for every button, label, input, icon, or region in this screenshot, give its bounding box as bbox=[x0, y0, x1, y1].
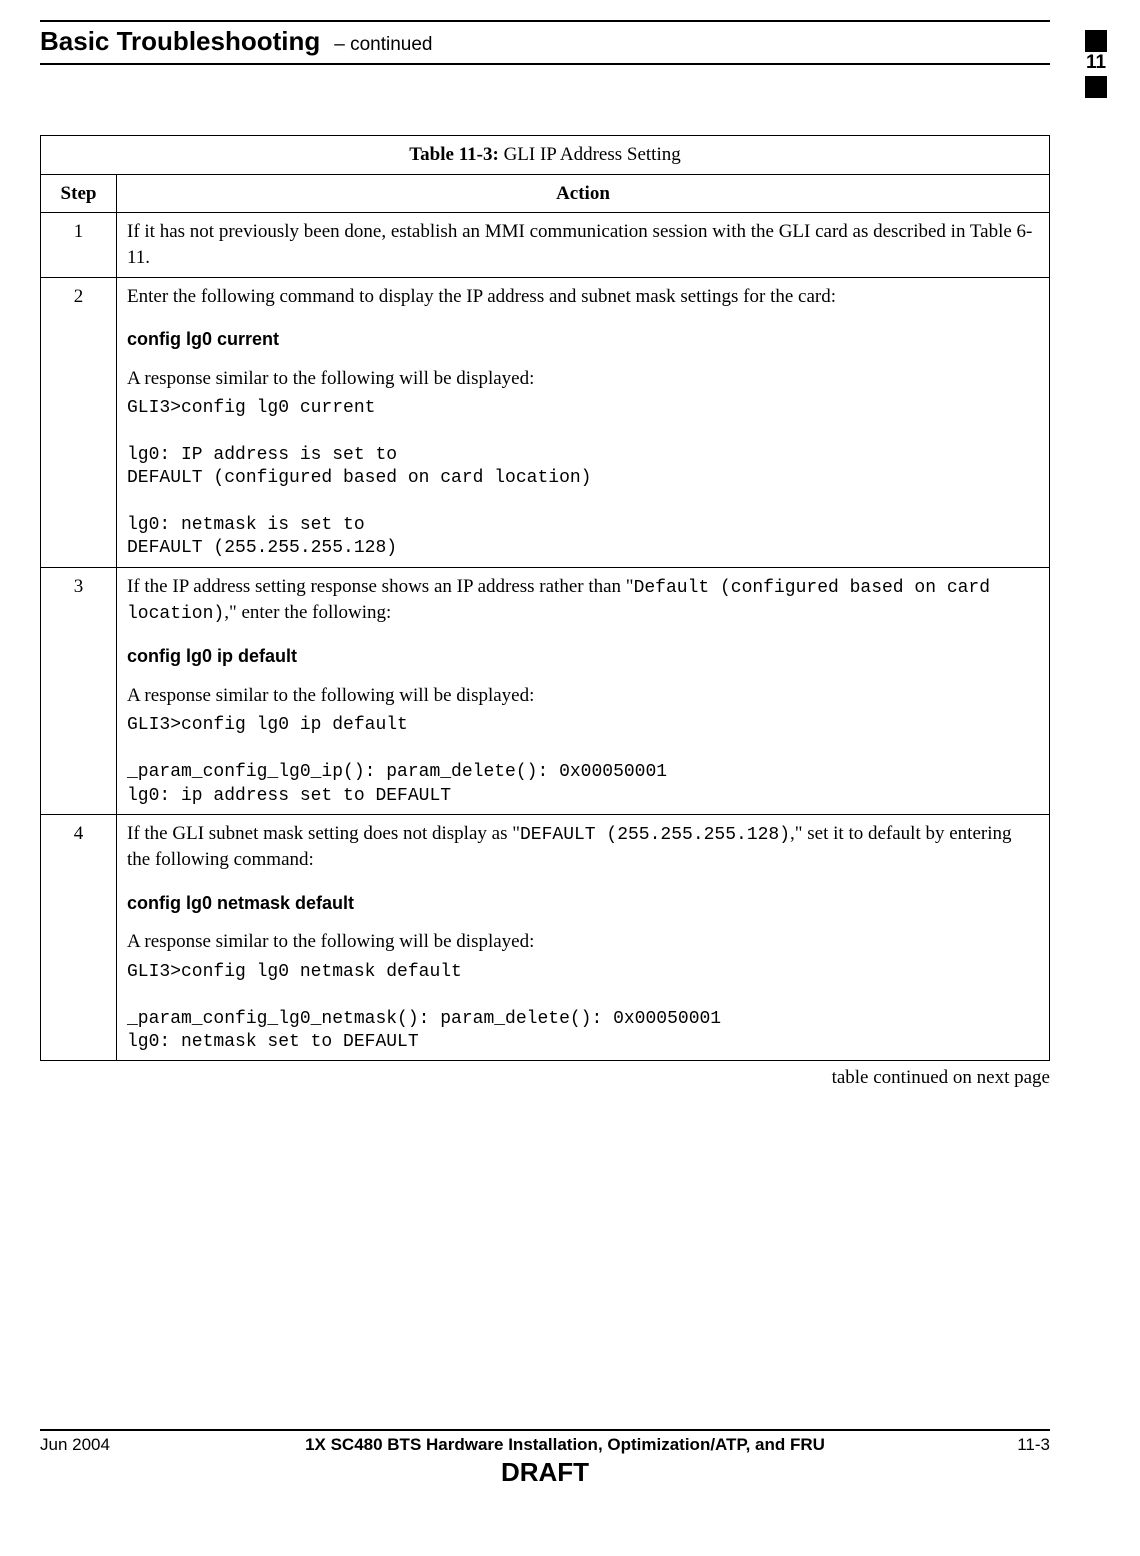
action-text: Enter the following command to display t… bbox=[127, 286, 836, 307]
tab-square-icon bbox=[1085, 76, 1107, 98]
table-row: 1 If it has not previously been done, es… bbox=[41, 213, 1050, 277]
section-continued: – continued bbox=[334, 34, 432, 56]
step-action: If the IP address setting response shows… bbox=[117, 567, 1050, 814]
terminal-output: GLI3>config lg0 current lg0: IP address … bbox=[127, 397, 1039, 561]
footer-draft-label: DRAFT bbox=[40, 1457, 1050, 1488]
step-action: If the GLI subnet mask setting does not … bbox=[117, 814, 1050, 1060]
table-title-row: Table 11-3: GLI IP Address Setting bbox=[41, 136, 1050, 175]
action-text-a: If the GLI subnet mask setting does not … bbox=[127, 823, 520, 844]
footer-doc-title: 1X SC480 BTS Hardware Installation, Opti… bbox=[160, 1435, 970, 1455]
table-title-bold: Table 11-3: bbox=[409, 144, 499, 165]
action-text-a: If the IP address setting response shows… bbox=[127, 576, 634, 597]
col-action-header: Action bbox=[117, 174, 1050, 213]
action-text: A response similar to the following will… bbox=[127, 685, 534, 706]
step-action: Enter the following command to display t… bbox=[117, 277, 1050, 567]
table-title: Table 11-3: GLI IP Address Setting bbox=[41, 136, 1050, 175]
footer-page-number: 11-3 bbox=[970, 1435, 1050, 1455]
chapter-tab: 11 bbox=[1082, 28, 1110, 98]
table-continued-note: table continued on next page bbox=[40, 1067, 1050, 1089]
action-text: A response similar to the following will… bbox=[127, 368, 534, 389]
inline-mono: DEFAULT (255.255.255.128) bbox=[520, 825, 790, 845]
command-bold: config lg0 netmask default bbox=[127, 891, 1039, 915]
step-number: 1 bbox=[41, 213, 117, 277]
chapter-number: 11 bbox=[1082, 52, 1110, 74]
procedure-table: Table 11-3: GLI IP Address Setting Step … bbox=[40, 135, 1050, 1061]
step-number: 4 bbox=[41, 814, 117, 1060]
table-title-rest: GLI IP Address Setting bbox=[499, 144, 681, 165]
step-action: If it has not previously been done, esta… bbox=[117, 213, 1050, 277]
table-row: 2 Enter the following command to display… bbox=[41, 277, 1050, 567]
action-text: A response similar to the following will… bbox=[127, 931, 534, 952]
col-step-header: Step bbox=[41, 174, 117, 213]
action-text: If it has not previously been done, esta… bbox=[127, 221, 1032, 268]
tab-square-icon bbox=[1085, 30, 1107, 52]
page-header: Basic Troubleshooting – continued bbox=[40, 22, 1050, 65]
step-number: 2 bbox=[41, 277, 117, 567]
table-row: 3 If the IP address setting response sho… bbox=[41, 567, 1050, 814]
page-footer: Jun 2004 1X SC480 BTS Hardware Installat… bbox=[40, 1431, 1050, 1455]
footer-date: Jun 2004 bbox=[40, 1435, 160, 1455]
terminal-output: GLI3>config lg0 ip default _param_config… bbox=[127, 714, 1039, 808]
command-bold: config lg0 ip default bbox=[127, 644, 1039, 668]
command-bold: config lg0 current bbox=[127, 327, 1039, 351]
table-row: 4 If the GLI subnet mask setting does no… bbox=[41, 814, 1050, 1060]
step-number: 3 bbox=[41, 567, 117, 814]
terminal-output: GLI3>config lg0 netmask default _param_c… bbox=[127, 961, 1039, 1055]
action-text-b: ," enter the following: bbox=[224, 602, 391, 623]
section-title: Basic Troubleshooting bbox=[40, 26, 320, 57]
table-header-row: Step Action bbox=[41, 174, 1050, 213]
